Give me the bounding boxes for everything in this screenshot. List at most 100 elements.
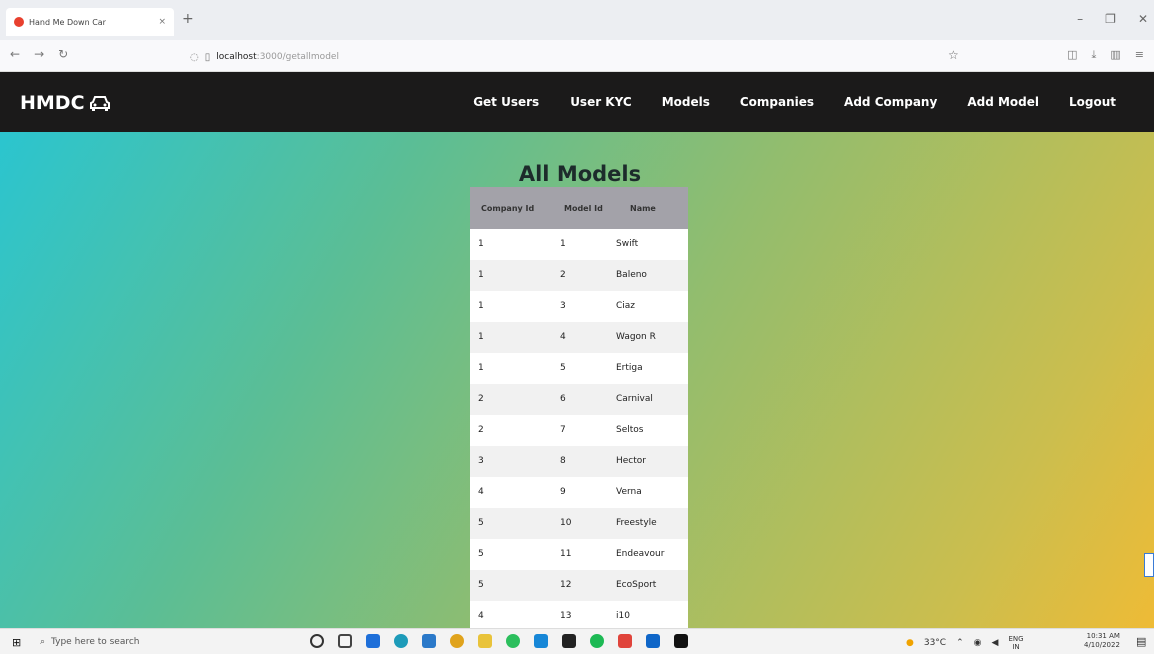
vscode-icon[interactable] <box>534 634 548 648</box>
cell-name: EcoSport <box>616 580 657 590</box>
cell-company-id: 5 <box>478 518 484 528</box>
whatsapp-icon[interactable] <box>506 634 520 648</box>
nav-add-model[interactable]: Add Model <box>967 95 1039 109</box>
nav-add-company[interactable]: Add Company <box>844 95 937 109</box>
cell-model-id: 10 <box>560 518 572 528</box>
url-path: :3000/getallmodel <box>256 52 339 62</box>
table-row: 3 8 Hector <box>470 446 688 477</box>
main-nav: Get Users User KYC Models Companies Add … <box>473 72 1116 132</box>
back-icon[interactable]: ← <box>10 47 20 61</box>
table-row: 2 6 Carnival <box>470 384 688 415</box>
cell-company-id: 5 <box>478 549 484 559</box>
address-bar[interactable]: ◌ ▯ localhost :3000/getallmodel <box>190 48 970 66</box>
outlook-icon[interactable] <box>646 634 660 648</box>
new-tab-button[interactable]: + <box>182 11 194 27</box>
header-model-id: Model Id <box>564 203 603 213</box>
task-view-icon[interactable] <box>338 634 352 648</box>
brand-logo[interactable]: HMDC <box>20 92 111 114</box>
weather-temp[interactable]: 33°C <box>924 638 946 648</box>
reload-icon[interactable]: ↻ <box>58 47 68 61</box>
cell-company-id: 3 <box>478 456 484 466</box>
menu-icon[interactable]: ≡ <box>1135 48 1144 62</box>
volume-icon[interactable]: ◀ <box>992 638 999 648</box>
cell-model-id: 11 <box>560 549 572 559</box>
taskbar-apps <box>310 634 688 648</box>
table-header: Company Id Model Id Name <box>470 187 688 229</box>
cmd-icon[interactable] <box>674 634 688 648</box>
minimize-button[interactable]: – <box>1077 12 1083 26</box>
network-icon[interactable]: ◉ <box>974 638 982 648</box>
extensions-icon[interactable]: ▥ <box>1110 48 1120 62</box>
browser-toolbar: ← → ↻ ◌ ▯ localhost :3000/getallmodel ☆ … <box>0 40 1154 72</box>
cell-name: Freestyle <box>616 518 657 528</box>
notification-icon[interactable]: ▤ <box>1136 635 1146 648</box>
app-header: HMDC Get Users User KYC Models Companies… <box>0 72 1154 132</box>
cell-name: Endeavour <box>616 549 665 559</box>
nav-user-kyc[interactable]: User KYC <box>570 95 632 109</box>
taskbar-search[interactable]: ⌕ Type here to search <box>40 633 280 651</box>
restore-button[interactable]: ❐ <box>1105 12 1116 26</box>
lang[interactable]: ENG IN <box>1008 635 1023 651</box>
favicon-icon <box>14 17 24 27</box>
files-icon[interactable] <box>478 634 492 648</box>
cell-company-id: 1 <box>478 332 484 342</box>
table-body: 1 1 Swift 1 2 Baleno 1 3 Ciaz 1 4 Wagon R 1 5 Ertiga 2 6… <box>470 229 688 628</box>
store-icon[interactable] <box>422 634 436 648</box>
table-row: 1 5 Ertiga <box>470 353 688 384</box>
page-icon: ▯ <box>204 51 211 63</box>
pocket-icon[interactable]: ◫ <box>1067 48 1077 62</box>
forward-icon[interactable]: → <box>34 47 44 61</box>
nav-get-users[interactable]: Get Users <box>473 95 539 109</box>
chrome-icon[interactable] <box>450 634 464 648</box>
cell-company-id: 1 <box>478 270 484 280</box>
cell-name: Swift <box>616 239 639 249</box>
edge-icon[interactable] <box>394 634 408 648</box>
table-row: 1 1 Swift <box>470 229 688 260</box>
download-icon[interactable]: ⤓ <box>1092 48 1097 62</box>
table-row: 4 9 Verna <box>470 477 688 508</box>
header-name: Name <box>630 203 656 213</box>
cell-company-id: 1 <box>478 301 484 311</box>
cell-model-id: 9 <box>560 487 566 497</box>
browser-tab[interactable]: Hand Me Down Car × <box>6 8 174 36</box>
tray-chevron-icon[interactable]: ⌃ <box>956 638 964 648</box>
windows-start-icon[interactable]: ⊞ <box>12 636 21 649</box>
window-controls: – ❐ ✕ <box>1077 12 1148 26</box>
cell-model-id: 3 <box>560 301 566 311</box>
side-widget[interactable] <box>1144 553 1154 577</box>
page-title: All Models <box>518 162 642 186</box>
clock[interactable]: 10:31 AM 4/10/2022 <box>1084 632 1120 650</box>
cell-company-id: 2 <box>478 425 484 435</box>
shield-icon: ◌ <box>190 51 199 63</box>
app-icon[interactable] <box>618 634 632 648</box>
table-row: 5 10 Freestyle <box>470 508 688 539</box>
search-placeholder: Type here to search <box>51 637 140 647</box>
spotify-icon[interactable] <box>590 634 604 648</box>
cell-model-id: 4 <box>560 332 566 342</box>
bookmark-star-icon[interactable]: ☆ <box>948 48 959 62</box>
table-row: 2 7 Seltos <box>470 415 688 446</box>
cell-name: Seltos <box>616 425 644 435</box>
mail-icon[interactable] <box>366 634 380 648</box>
browser-tab-strip: Hand Me Down Car × + – ❐ ✕ <box>0 0 1154 40</box>
main-content: All Models Company Id Model Id Name 1 1 Sw… <box>0 132 1154 628</box>
terminal-icon[interactable] <box>562 634 576 648</box>
language: ENG <box>1008 635 1024 643</box>
nav-models[interactable]: Models <box>662 95 710 109</box>
nav-logout[interactable]: Logout <box>1069 95 1116 109</box>
cell-name: Hector <box>616 456 646 466</box>
cell-model-id: 5 <box>560 363 566 373</box>
tab-close-icon[interactable]: × <box>158 17 166 27</box>
cortana-icon[interactable] <box>310 634 324 648</box>
cell-company-id: 4 <box>478 487 484 497</box>
close-window-button[interactable]: ✕ <box>1138 12 1148 26</box>
cell-name: Verna <box>616 487 642 497</box>
header-company-id: Company Id <box>481 203 535 213</box>
table-row: 1 2 Baleno <box>470 260 688 291</box>
cell-company-id: 1 <box>478 363 484 373</box>
models-table: Company Id Model Id Name 1 1 Swift 1 2 Baleno… <box>470 187 688 628</box>
cell-company-id: 1 <box>478 239 484 249</box>
nav-companies[interactable]: Companies <box>740 95 814 109</box>
tab-title: Hand Me Down Car <box>29 17 106 27</box>
cell-name: Baleno <box>616 270 647 280</box>
